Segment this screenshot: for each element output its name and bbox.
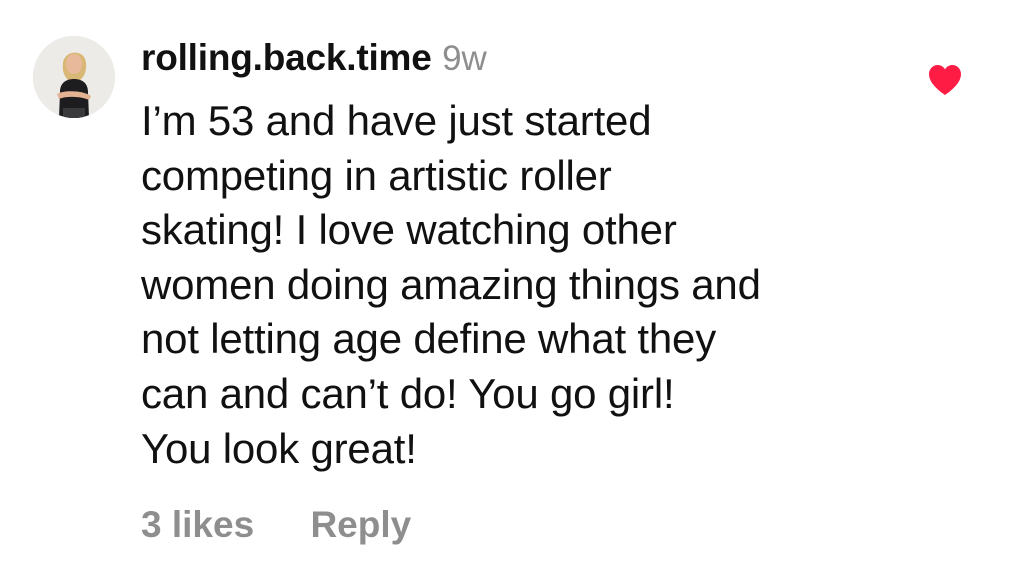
heart-filled-icon	[929, 65, 961, 95]
comment-text-line: You look great!	[141, 424, 417, 472]
timestamp: 9w	[442, 39, 487, 78]
avatar[interactable]	[33, 36, 115, 118]
comment-text-line: can and can’t do! You go girl!	[141, 369, 675, 417]
comment-text-line: competing in artistic roller	[141, 151, 612, 199]
comment-footer: 3 likes Reply	[141, 502, 411, 548]
reply-button[interactable]: Reply	[310, 502, 411, 548]
like-button[interactable]	[927, 63, 963, 97]
likes-count[interactable]: 3 likes	[141, 502, 254, 548]
comment: rolling.back.time 9w I’m 53 and have jus…	[0, 0, 1024, 561]
comment-text-line: not letting age define what they	[141, 315, 717, 363]
comment-text-line: women doing amazing things and	[141, 260, 761, 308]
comment-header: rolling.back.time 9w	[141, 36, 487, 88]
comment-text-line: skating! I love watching other	[141, 206, 677, 254]
comment-text: I’m 53 and have just started competing i…	[141, 94, 921, 476]
comment-text-line: I’m 53 and have just started	[141, 97, 652, 144]
username[interactable]: rolling.back.time	[141, 37, 432, 78]
user-avatar-icon	[33, 36, 115, 118]
